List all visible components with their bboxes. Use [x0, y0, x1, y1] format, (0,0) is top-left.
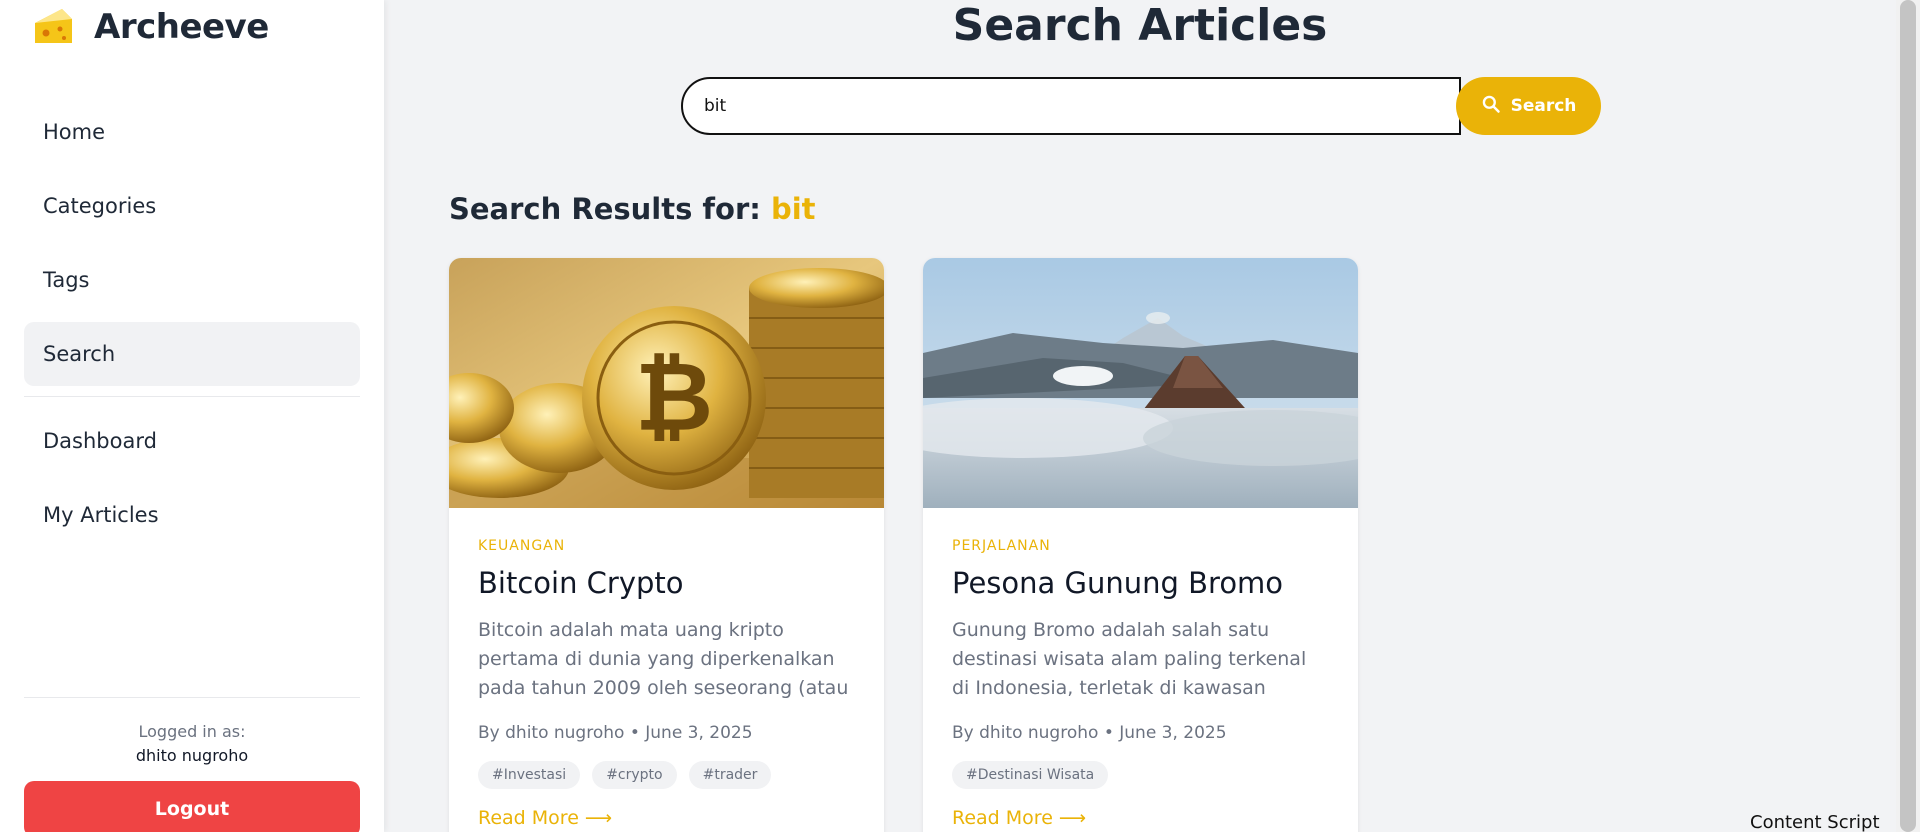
content-script-label: Content Script	[1750, 812, 1880, 832]
article-image[interactable]	[923, 258, 1358, 508]
sidebar: Archeeve Home Categories Tags Search Das…	[0, 0, 384, 832]
results-prefix: Search Results for:	[449, 192, 761, 226]
read-more-link[interactable]: Read More ⟶	[478, 807, 612, 829]
article-card[interactable]: PERJALANAN Pesona Gunung Bromo Gunung Br…	[923, 258, 1358, 832]
article-meta: By dhito nugroho • June 3, 2025	[952, 723, 1227, 743]
sidebar-item-my-articles[interactable]: My Articles	[24, 483, 360, 547]
article-excerpt: Bitcoin adalah mata uang kripto pertama …	[478, 619, 849, 699]
tag[interactable]: #trader	[688, 761, 772, 789]
article-tags: #Destinasi Wisata	[952, 761, 1329, 789]
results-heading: Search Results for: bit	[449, 192, 816, 226]
logged-in-user: dhito nugroho	[135, 746, 249, 765]
nav-divider	[24, 396, 360, 397]
article-meta: By dhito nugroho • June 3, 2025	[478, 723, 753, 743]
sidebar-item-home[interactable]: Home	[24, 100, 360, 164]
page-title: Search Articles	[952, 0, 1328, 51]
read-more-link[interactable]: Read More ⟶	[952, 807, 1086, 829]
user-divider	[24, 697, 360, 698]
logged-in-label: Logged in as:	[138, 722, 246, 741]
results-query: bit	[770, 192, 816, 226]
brand-name: Archeeve	[94, 7, 269, 47]
scrollbar-thumb[interactable]	[1900, 0, 1916, 832]
search-button-label: Search	[1510, 96, 1577, 116]
search-button[interactable]: Search	[1456, 77, 1601, 135]
sidebar-item-categories[interactable]: Categories	[24, 174, 360, 238]
tag[interactable]: #crypto	[592, 761, 677, 789]
article-category[interactable]: PERJALANAN	[952, 538, 1329, 554]
search-input[interactable]	[681, 77, 1461, 135]
tag[interactable]: #Destinasi Wisata	[952, 761, 1109, 789]
article-image[interactable]: ₿	[449, 258, 884, 508]
article-category[interactable]: KEUANGAN	[478, 538, 855, 554]
svg-text:₿: ₿	[635, 341, 713, 453]
sidebar-item-search[interactable]: Search	[24, 322, 360, 386]
sidebar-nav: Home Categories Tags Search Dashboard My…	[24, 100, 360, 557]
search-bar: Search	[681, 77, 1601, 135]
article-excerpt: Gunung Bromo adalah salah satu destinasi…	[952, 619, 1307, 699]
search-icon	[1481, 94, 1501, 119]
article-card[interactable]: ₿ KEUANGAN Bitcoin Crypto Bitcoin adalah…	[449, 258, 884, 832]
sidebar-item-tags[interactable]: Tags	[24, 248, 360, 312]
article-title[interactable]: Bitcoin Crypto	[478, 566, 855, 600]
sidebar-item-dashboard[interactable]: Dashboard	[24, 409, 360, 473]
logout-button[interactable]: Logout	[24, 781, 360, 832]
article-title[interactable]: Pesona Gunung Bromo	[952, 566, 1329, 600]
cheese-logo-icon	[32, 5, 76, 49]
brand[interactable]: Archeeve	[32, 2, 269, 52]
tag[interactable]: #Investasi	[478, 761, 581, 789]
article-tags: #Investasi #crypto #trader	[478, 761, 855, 789]
